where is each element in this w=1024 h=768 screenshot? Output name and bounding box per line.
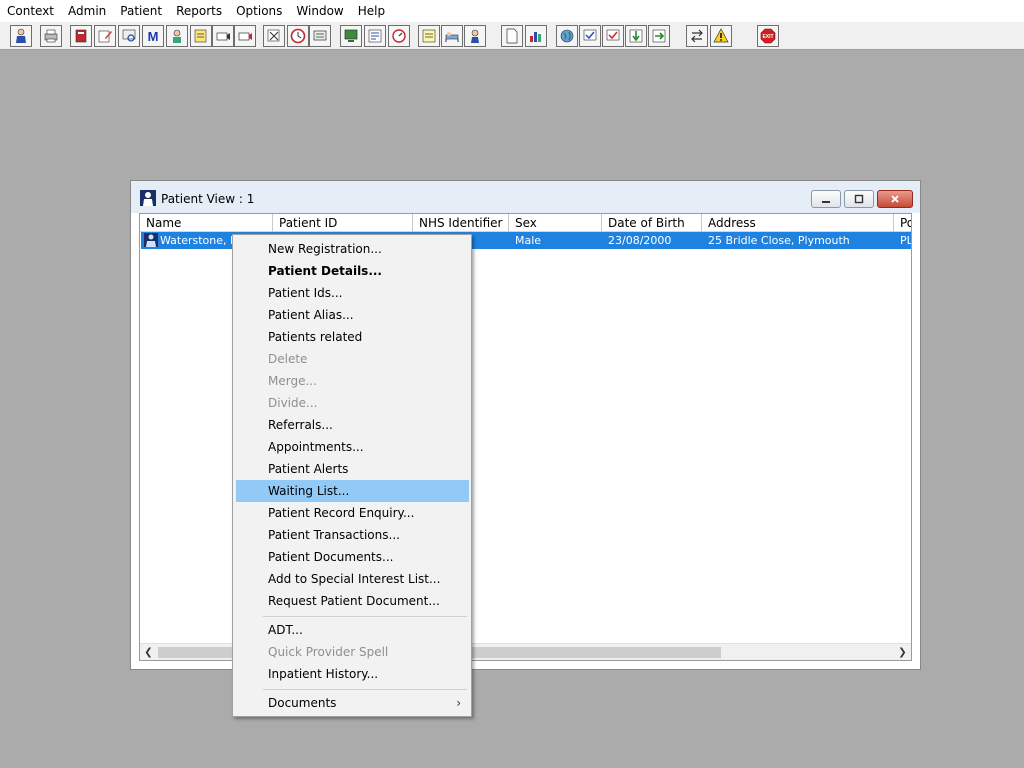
- window-title: Patient View : 1: [161, 192, 255, 206]
- menu-item-documents-label: Documents: [268, 696, 337, 710]
- arrow-down-icon[interactable]: [625, 25, 647, 47]
- menu-item-patient-details[interactable]: Patient Details...: [236, 260, 469, 282]
- menu-item-patient-transactions[interactable]: Patient Transactions...: [236, 524, 469, 546]
- patient-row-icon: [144, 233, 158, 247]
- menu-item-patients-related[interactable]: Patients related: [236, 326, 469, 348]
- minimize-icon: [822, 201, 830, 203]
- document-icon[interactable]: [501, 25, 523, 47]
- globe-icon[interactable]: [556, 25, 578, 47]
- book-icon[interactable]: [70, 25, 92, 47]
- menu-separator: [263, 689, 467, 690]
- menu-item-new-registration[interactable]: New Registration...: [236, 238, 469, 260]
- column-header-name[interactable]: Name: [140, 214, 273, 232]
- notepad-icon[interactable]: [418, 25, 440, 47]
- menu-item-adt[interactable]: ADT...: [236, 619, 469, 641]
- menu-item-merge: Merge...: [268, 374, 317, 388]
- menu-item-delete: Delete: [268, 352, 308, 366]
- search-icon[interactable]: [118, 25, 140, 47]
- swap-icon[interactable]: [686, 25, 708, 47]
- list-header: Name Patient ID NHS Identifier Sex Date …: [140, 214, 911, 232]
- column-header-postcode[interactable]: Po: [894, 214, 911, 232]
- person-icon[interactable]: [10, 25, 32, 47]
- window-titlebar[interactable]: Patient View : 1: [131, 181, 920, 213]
- menu-item-patient-documents[interactable]: Patient Documents...: [236, 546, 469, 568]
- arrows-icon[interactable]: [648, 25, 670, 47]
- printer-icon[interactable]: [40, 25, 62, 47]
- bed-icon[interactable]: [441, 25, 463, 47]
- menu-item-add-special-interest-list[interactable]: Add to Special Interest List...: [236, 568, 469, 590]
- column-header-dob[interactable]: Date of Birth: [602, 214, 702, 232]
- menu-item-divide: Divide...: [268, 396, 318, 410]
- menu-item-patient-record-enquiry[interactable]: Patient Record Enquiry...: [236, 502, 469, 524]
- maximize-button[interactable]: [844, 190, 874, 208]
- menu-item-referrals[interactable]: Referrals...: [236, 414, 469, 436]
- toolbar: M EXIT: [0, 22, 1024, 50]
- menu-item-request-patient-document[interactable]: Request Patient Document...: [236, 590, 469, 612]
- menu-item-patient-alerts[interactable]: Patient Alerts: [236, 458, 469, 480]
- menu-patient[interactable]: Patient: [113, 0, 169, 22]
- warning-icon[interactable]: [710, 25, 732, 47]
- screen-icon[interactable]: [309, 25, 331, 47]
- menu-item-quick-provider-spell: Quick Provider Spell: [268, 645, 389, 659]
- minimize-button[interactable]: [811, 190, 841, 208]
- exit-icon[interactable]: EXIT: [757, 25, 779, 47]
- m-icon[interactable]: M: [142, 25, 164, 47]
- menu-separator: [263, 616, 467, 617]
- column-header-patient-id[interactable]: Patient ID: [273, 214, 413, 232]
- exit-label: EXIT: [762, 34, 773, 40]
- nurse-icon[interactable]: [464, 25, 486, 47]
- column-header-sex[interactable]: Sex: [509, 214, 602, 232]
- row-postcode: PL: [900, 234, 912, 247]
- row-sex: Male: [515, 234, 542, 247]
- context-menu: New Registration... Patient Details... P…: [232, 234, 472, 717]
- menu-window[interactable]: Window: [289, 0, 350, 22]
- magnify-icon[interactable]: [263, 25, 285, 47]
- menu-context[interactable]: Context: [0, 0, 61, 22]
- clock-icon[interactable]: [287, 25, 309, 47]
- scroll-right-icon[interactable]: ❯: [894, 644, 911, 660]
- menu-item-appointments[interactable]: Appointments...: [236, 436, 469, 458]
- menu-options[interactable]: Options: [229, 0, 289, 22]
- form-icon[interactable]: [364, 25, 386, 47]
- menu-item-patient-ids[interactable]: Patient Ids...: [236, 282, 469, 304]
- menu-item-waiting-list[interactable]: Waiting List...: [236, 480, 469, 502]
- svg-text:M: M: [148, 29, 159, 44]
- patient-view-icon: [140, 190, 156, 206]
- row-address: 25 Bridle Close, Plymouth: [708, 234, 850, 247]
- scroll-left-icon[interactable]: ❮: [140, 644, 157, 660]
- edit-icon[interactable]: [94, 25, 116, 47]
- restore-icon: [854, 194, 864, 204]
- menu-item-patient-alias[interactable]: Patient Alias...: [236, 304, 469, 326]
- check2-icon[interactable]: [602, 25, 624, 47]
- doctor-icon[interactable]: [166, 25, 188, 47]
- row-dob: 23/08/2000: [608, 234, 672, 247]
- menu-item-inpatient-history[interactable]: Inpatient History...: [236, 663, 469, 685]
- menu-item-documents[interactable]: Documents ›: [236, 692, 469, 714]
- menu-bar: Context Admin Patient Reports Options Wi…: [0, 0, 1024, 22]
- notes-icon[interactable]: [190, 25, 212, 47]
- menu-admin[interactable]: Admin: [61, 0, 113, 22]
- close-icon: [891, 195, 899, 203]
- monitor-icon[interactable]: [340, 25, 362, 47]
- column-header-nhs-identifier[interactable]: NHS Identifier: [413, 214, 509, 232]
- menu-help[interactable]: Help: [351, 0, 392, 22]
- camera-icon[interactable]: [212, 25, 234, 47]
- camera2-icon[interactable]: [234, 25, 256, 47]
- check-icon[interactable]: [579, 25, 601, 47]
- chart-icon[interactable]: [525, 25, 547, 47]
- menu-reports[interactable]: Reports: [169, 0, 229, 22]
- close-button[interactable]: [877, 190, 913, 208]
- submenu-arrow-icon: ›: [456, 696, 461, 710]
- column-header-address[interactable]: Address: [702, 214, 894, 232]
- dial-icon[interactable]: [388, 25, 410, 47]
